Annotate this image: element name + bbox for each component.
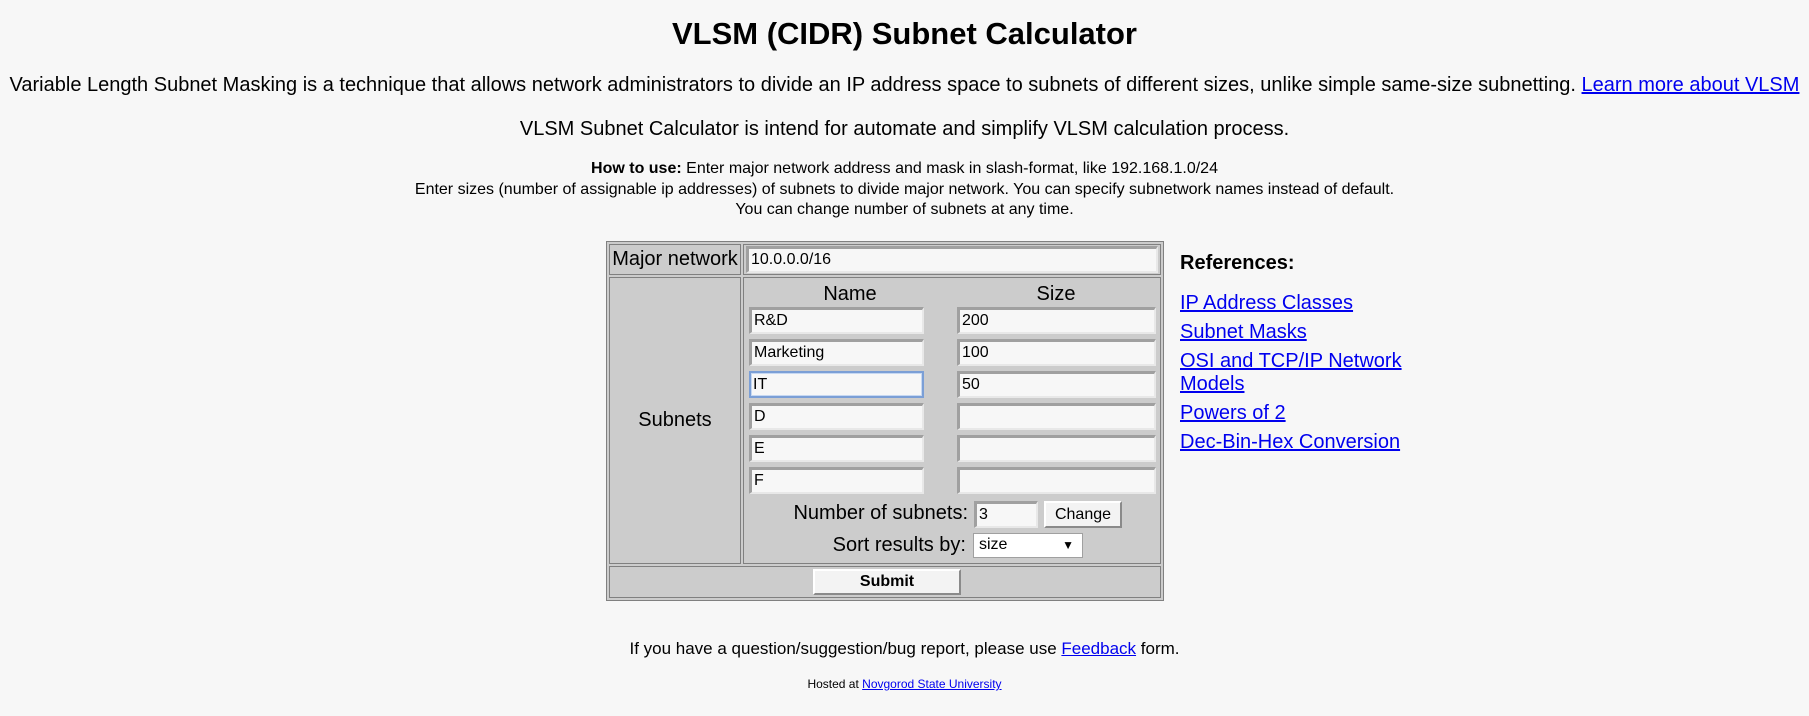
- sort-results-select[interactable]: size ▼: [973, 533, 1083, 558]
- subnet-name-input[interactable]: [749, 403, 924, 430]
- subnets-label: Subnets: [638, 409, 712, 431]
- dropdown-arrow-icon: ▼: [1062, 538, 1074, 552]
- submit-button[interactable]: Submit: [813, 569, 961, 595]
- column-header-size: Size: [1036, 283, 1076, 305]
- references-panel: References: IP Address Classes Subnet Ma…: [1180, 250, 1440, 460]
- subnet-size-input[interactable]: [957, 467, 1156, 494]
- footer-suffix: form.: [1140, 639, 1180, 658]
- calculator-form: Major network Subnets Name Size Number o…: [606, 241, 1164, 601]
- hosted-prefix: Hosted at: [807, 677, 859, 691]
- howto-line-1: How to use: Enter major network address …: [0, 159, 1809, 180]
- reference-item: IP Address Classes: [1180, 292, 1440, 315]
- subnet-masks-link[interactable]: Subnet Masks: [1180, 321, 1307, 343]
- change-button[interactable]: Change: [1044, 501, 1122, 528]
- reference-item: OSI and TCP/IP Network Models: [1180, 350, 1420, 396]
- osi-tcpip-models-link[interactable]: OSI and TCP/IP Network Models: [1180, 350, 1402, 395]
- major-network-label: Major network: [612, 248, 738, 270]
- number-of-subnets-input[interactable]: [974, 501, 1038, 528]
- major-network-input[interactable]: [746, 246, 1158, 273]
- references-title: References:: [1180, 252, 1295, 274]
- learn-more-vlsm-link[interactable]: Learn more about VLSM: [1582, 74, 1800, 96]
- subnet-name-input[interactable]: [749, 467, 924, 494]
- number-of-subnets-label: Number of subnets:: [793, 502, 968, 524]
- reference-item: Dec-Bin-Hex Conversion: [1180, 431, 1440, 454]
- column-header-name: Name: [823, 283, 877, 305]
- footer-hosted: Hosted at Novgorod State University: [0, 677, 1809, 691]
- references-list: IP Address Classes Subnet Masks OSI and …: [1180, 292, 1440, 454]
- howto-line-3: You can change number of subnets at any …: [735, 201, 1074, 218]
- feedback-link[interactable]: Feedback: [1061, 639, 1136, 658]
- powers-of-2-link[interactable]: Powers of 2: [1180, 402, 1286, 424]
- reference-item: Subnet Masks: [1180, 321, 1440, 344]
- footer-feedback: If you have a question/suggestion/bug re…: [0, 639, 1809, 659]
- major-network-input-cell: [743, 244, 1161, 275]
- dec-bin-hex-link[interactable]: Dec-Bin-Hex Conversion: [1180, 431, 1400, 453]
- ip-address-classes-link[interactable]: IP Address Classes: [1180, 292, 1353, 314]
- howto-label: How to use:: [591, 160, 682, 177]
- page-title: VLSM (CIDR) Subnet Calculator: [671, 16, 1137, 51]
- subnet-size-input[interactable]: [957, 403, 1156, 430]
- reference-item: Powers of 2: [1180, 402, 1440, 425]
- subnet-name-input[interactable]: [749, 435, 924, 462]
- subnets-label-cell: Subnets: [609, 277, 741, 564]
- university-link[interactable]: Novgorod State University: [862, 677, 1001, 691]
- submit-cell: Submit: [609, 566, 1161, 598]
- subnet-size-input[interactable]: [957, 371, 1156, 398]
- major-network-label-cell: Major network: [609, 244, 741, 275]
- subnet-name-input[interactable]: [749, 339, 924, 366]
- subnet-name-input[interactable]: [749, 307, 924, 334]
- subnet-name-input[interactable]: [749, 371, 924, 398]
- intro-paragraph: Variable Length Subnet Masking is a tech…: [0, 74, 1809, 97]
- subnets-table: Name Size Number of subnets: Change Sort…: [743, 277, 1161, 564]
- footer-prefix: If you have a question/suggestion/bug re…: [629, 639, 1057, 658]
- howto-text-1: Enter major network address and mask in …: [686, 160, 1218, 177]
- how-to-use: How to use: Enter major network address …: [0, 159, 1809, 221]
- howto-line-2: Enter sizes (number of assignable ip add…: [414, 180, 1395, 198]
- subnet-size-input[interactable]: [957, 435, 1156, 462]
- intro-paragraph-2: VLSM Subnet Calculator is intend for aut…: [519, 118, 1290, 140]
- sort-results-label: Sort results by:: [832, 534, 966, 556]
- subnet-size-input[interactable]: [957, 339, 1156, 366]
- intro-text: Variable Length Subnet Masking is a tech…: [9, 74, 1576, 96]
- subnet-size-input[interactable]: [957, 307, 1156, 334]
- sort-results-value: size: [979, 536, 1008, 553]
